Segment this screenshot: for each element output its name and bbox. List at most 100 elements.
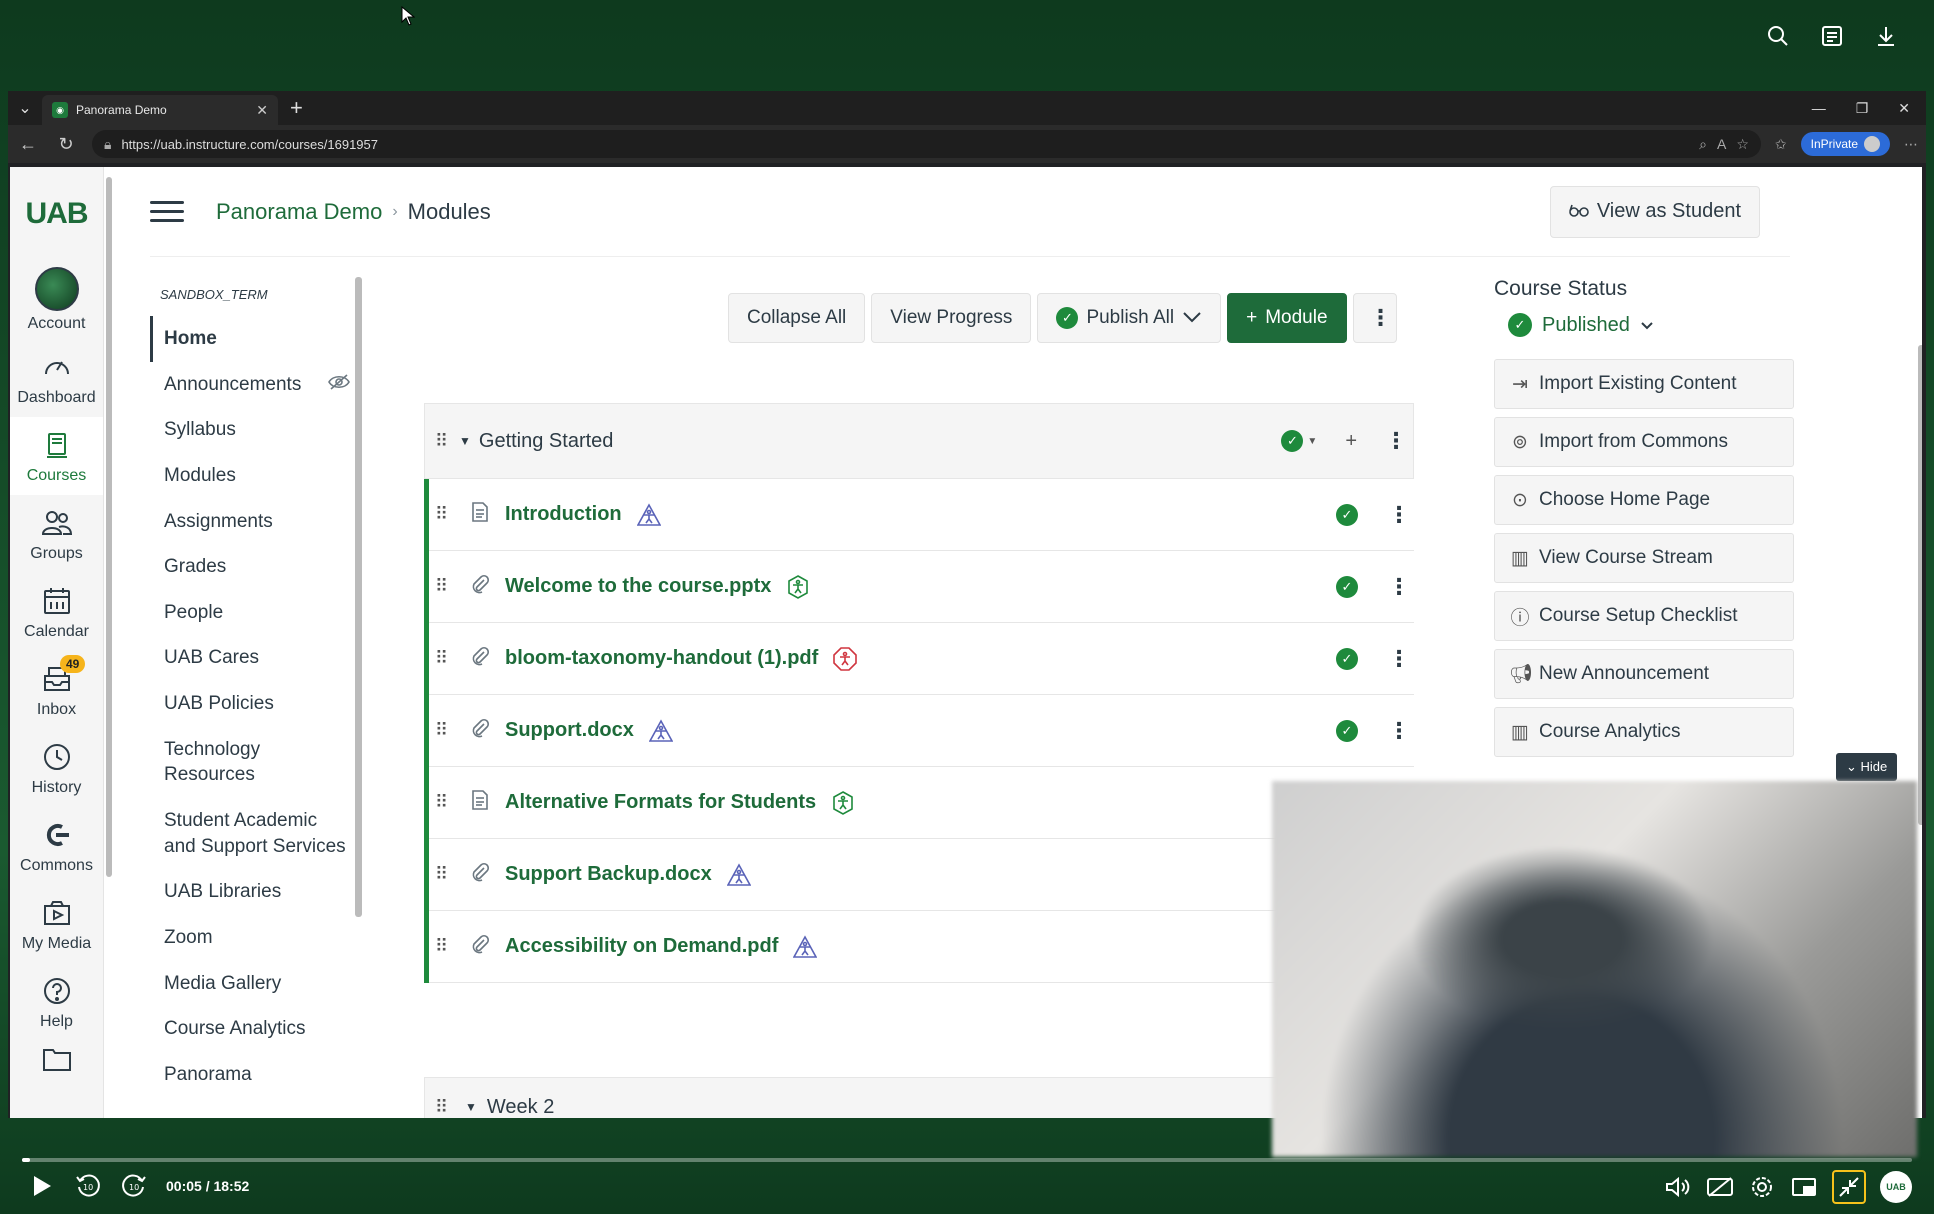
minimize-icon[interactable]: — [1812, 100, 1826, 117]
course-status-button[interactable]: ⓘ Course Setup Checklist [1494, 591, 1794, 641]
back-icon[interactable]: ← [16, 134, 40, 155]
url-field[interactable]: 🔒︎ https://uab.instructure.com/courses/1… [92, 130, 1761, 158]
course-status-button[interactable]: ▥ View Course Stream [1494, 533, 1794, 583]
course-nav-uab-policies[interactable]: UAB Policies [150, 681, 360, 727]
global-nav-courses[interactable]: Courses [10, 417, 103, 495]
course-nav-assignments[interactable]: Assignments [150, 499, 360, 545]
accessibility-blue-icon[interactable] [648, 718, 674, 744]
exit-fullscreen-icon[interactable] [1832, 1170, 1866, 1204]
collapse-all-button[interactable]: Collapse All [728, 293, 866, 343]
course-nav-panorama[interactable]: Panorama [150, 1052, 360, 1098]
global-nav-inbox[interactable]: 49 Inbox [10, 651, 103, 729]
webcam-overlay-video[interactable] [1272, 781, 1917, 1157]
drag-handle-icon[interactable]: ⠿ [435, 431, 455, 452]
hamburger-menu-icon[interactable] [150, 201, 184, 222]
publish-all-button[interactable]: ✓ Publish All [1037, 293, 1222, 343]
course-status-button[interactable]: ▥ Course Analytics [1494, 707, 1794, 757]
drag-handle-icon[interactable]: ⠿ [435, 576, 455, 597]
course-nav-people[interactable]: People [150, 590, 360, 636]
picture-in-picture-icon[interactable] [1790, 1173, 1818, 1201]
published-check-icon[interactable]: ✓ [1336, 503, 1358, 526]
module-item[interactable]: ⠿ Support Backup.docx [429, 839, 1414, 911]
course-nav-media-gallery[interactable]: Media Gallery [150, 961, 360, 1007]
global-nav-help[interactable]: Help [10, 963, 103, 1041]
course-nav-student-services[interactable]: Student Academic and Support Services [150, 798, 360, 869]
accessibility-blue-icon[interactable] [636, 502, 662, 528]
course-nav-modules[interactable]: Modules [150, 453, 360, 499]
accessibility-green-icon[interactable] [830, 790, 856, 816]
global-nav-my-media[interactable]: My Media [10, 885, 103, 963]
course-status-button[interactable]: ⇥ Import Existing Content [1494, 359, 1794, 409]
transcript-icon[interactable] [1818, 22, 1846, 50]
accessibility-blue-icon[interactable] [726, 862, 752, 888]
volume-icon[interactable] [1664, 1173, 1692, 1201]
more-options-button[interactable]: ⋮ [1352, 293, 1397, 343]
drag-handle-icon[interactable]: ⠿ [435, 864, 455, 885]
page-scrollbar[interactable] [1918, 345, 1922, 825]
module-publish-status[interactable]: ✓ ▼ [1281, 430, 1317, 452]
drag-handle-icon[interactable]: ⠿ [435, 504, 455, 525]
global-nav-account[interactable]: Account [10, 261, 103, 339]
global-nav-calendar[interactable]: Calendar [10, 573, 103, 651]
more-menu-icon[interactable]: ⋯ [1904, 136, 1918, 153]
kebab-icon[interactable]: ⋮ [1385, 428, 1407, 454]
global-nav-commons[interactable]: Commons [10, 807, 103, 885]
accessibility-blue-icon[interactable] [792, 934, 818, 960]
kebab-icon[interactable]: ⋮ [1388, 502, 1410, 528]
course-nav-technology-resources[interactable]: Technology Resources [150, 727, 360, 798]
module-item-link[interactable]: bloom-taxonomy-handout (1).pdf [505, 647, 818, 670]
drag-handle-icon[interactable]: ⠿ [435, 1097, 455, 1118]
kebab-icon[interactable]: ⋮ [1388, 574, 1410, 600]
course-nav-announcements[interactable]: Announcements [150, 362, 360, 408]
uab-logo[interactable]: UAB [10, 167, 103, 261]
rewind-10-icon[interactable]: 10 [74, 1172, 102, 1200]
course-status-button[interactable]: 📢︎ New Announcement [1494, 649, 1794, 699]
uab-brand-mark[interactable]: UAB [1880, 1171, 1912, 1203]
caret-down-icon[interactable]: ▼ [465, 1100, 477, 1114]
play-icon[interactable] [28, 1172, 56, 1200]
published-check-icon[interactable]: ✓ [1336, 719, 1358, 742]
download-icon[interactable] [1872, 22, 1900, 50]
course-nav-scrollbar[interactable] [355, 277, 362, 917]
module-item[interactable]: ⠿ Alternative Formats for Students [429, 767, 1414, 839]
refresh-icon[interactable]: ↻ [54, 134, 78, 155]
drag-handle-icon[interactable]: ⠿ [435, 936, 455, 957]
global-nav-history[interactable]: History [10, 729, 103, 807]
module-item-link[interactable]: Support.docx [505, 719, 634, 742]
module-header[interactable]: ⠿ ▼ Getting Started ✓ ▼ + ⋮ [424, 403, 1414, 479]
module-item[interactable]: ⠿ bloom-taxonomy-handout (1).pdf ✓ ⋮ [429, 623, 1414, 695]
breadcrumb-course[interactable]: Panorama Demo [216, 199, 382, 225]
settings-gear-icon[interactable] [1748, 1173, 1776, 1201]
view-as-student-button[interactable]: View as Student [1549, 185, 1760, 238]
module-item[interactable]: ⠿ Welcome to the course.pptx ✓ ⋮ [429, 551, 1414, 623]
course-nav-uab-libraries[interactable]: UAB Libraries [150, 869, 360, 915]
close-tab-icon[interactable]: ✕ [256, 102, 268, 119]
view-progress-button[interactable]: View Progress [871, 293, 1032, 343]
course-status-dropdown[interactable]: ✓ Published [1508, 313, 1794, 337]
drag-handle-icon[interactable]: ⠿ [435, 720, 455, 741]
global-nav-dashboard[interactable]: Dashboard [10, 339, 103, 417]
zoom-icon[interactable]: ⌕ [1699, 136, 1707, 153]
course-nav-syllabus[interactable]: Syllabus [150, 407, 360, 453]
module-item-link[interactable]: Alternative Formats for Students [505, 791, 816, 814]
search-icon[interactable] [1764, 22, 1792, 50]
accessibility-green-icon[interactable] [785, 574, 811, 600]
module-item[interactable]: ⠿ Introduction ✓ ⋮ [429, 479, 1414, 551]
progress-bar[interactable] [22, 1158, 1912, 1162]
hide-video-button[interactable]: ⌄ Hide [1836, 753, 1898, 781]
published-check-icon[interactable]: ✓ [1336, 575, 1358, 598]
module-item[interactable]: ⠿ Accessibility on Demand.pdf [429, 911, 1414, 983]
kebab-icon[interactable]: ⋮ [1388, 718, 1410, 744]
close-window-icon[interactable]: ✕ [1898, 100, 1910, 117]
restore-icon[interactable]: ❐ [1856, 100, 1869, 117]
course-nav-uab-cares[interactable]: UAB Cares [150, 635, 360, 681]
inprivate-badge[interactable]: InPrivate [1800, 132, 1890, 156]
kebab-icon[interactable]: ⋮ [1388, 646, 1410, 672]
favorites-icon[interactable]: ✩ [1775, 136, 1787, 153]
drag-handle-icon[interactable]: ⠿ [435, 648, 455, 669]
module-item[interactable]: ⠿ Support.docx ✓ ⋮ [429, 695, 1414, 767]
course-status-button[interactable]: ⊚ Import from Commons [1494, 417, 1794, 467]
course-status-button[interactable]: ⊙ Choose Home Page [1494, 475, 1794, 525]
module-item-link[interactable]: Support Backup.docx [505, 863, 712, 886]
add-module-button[interactable]: + Module [1227, 293, 1347, 343]
